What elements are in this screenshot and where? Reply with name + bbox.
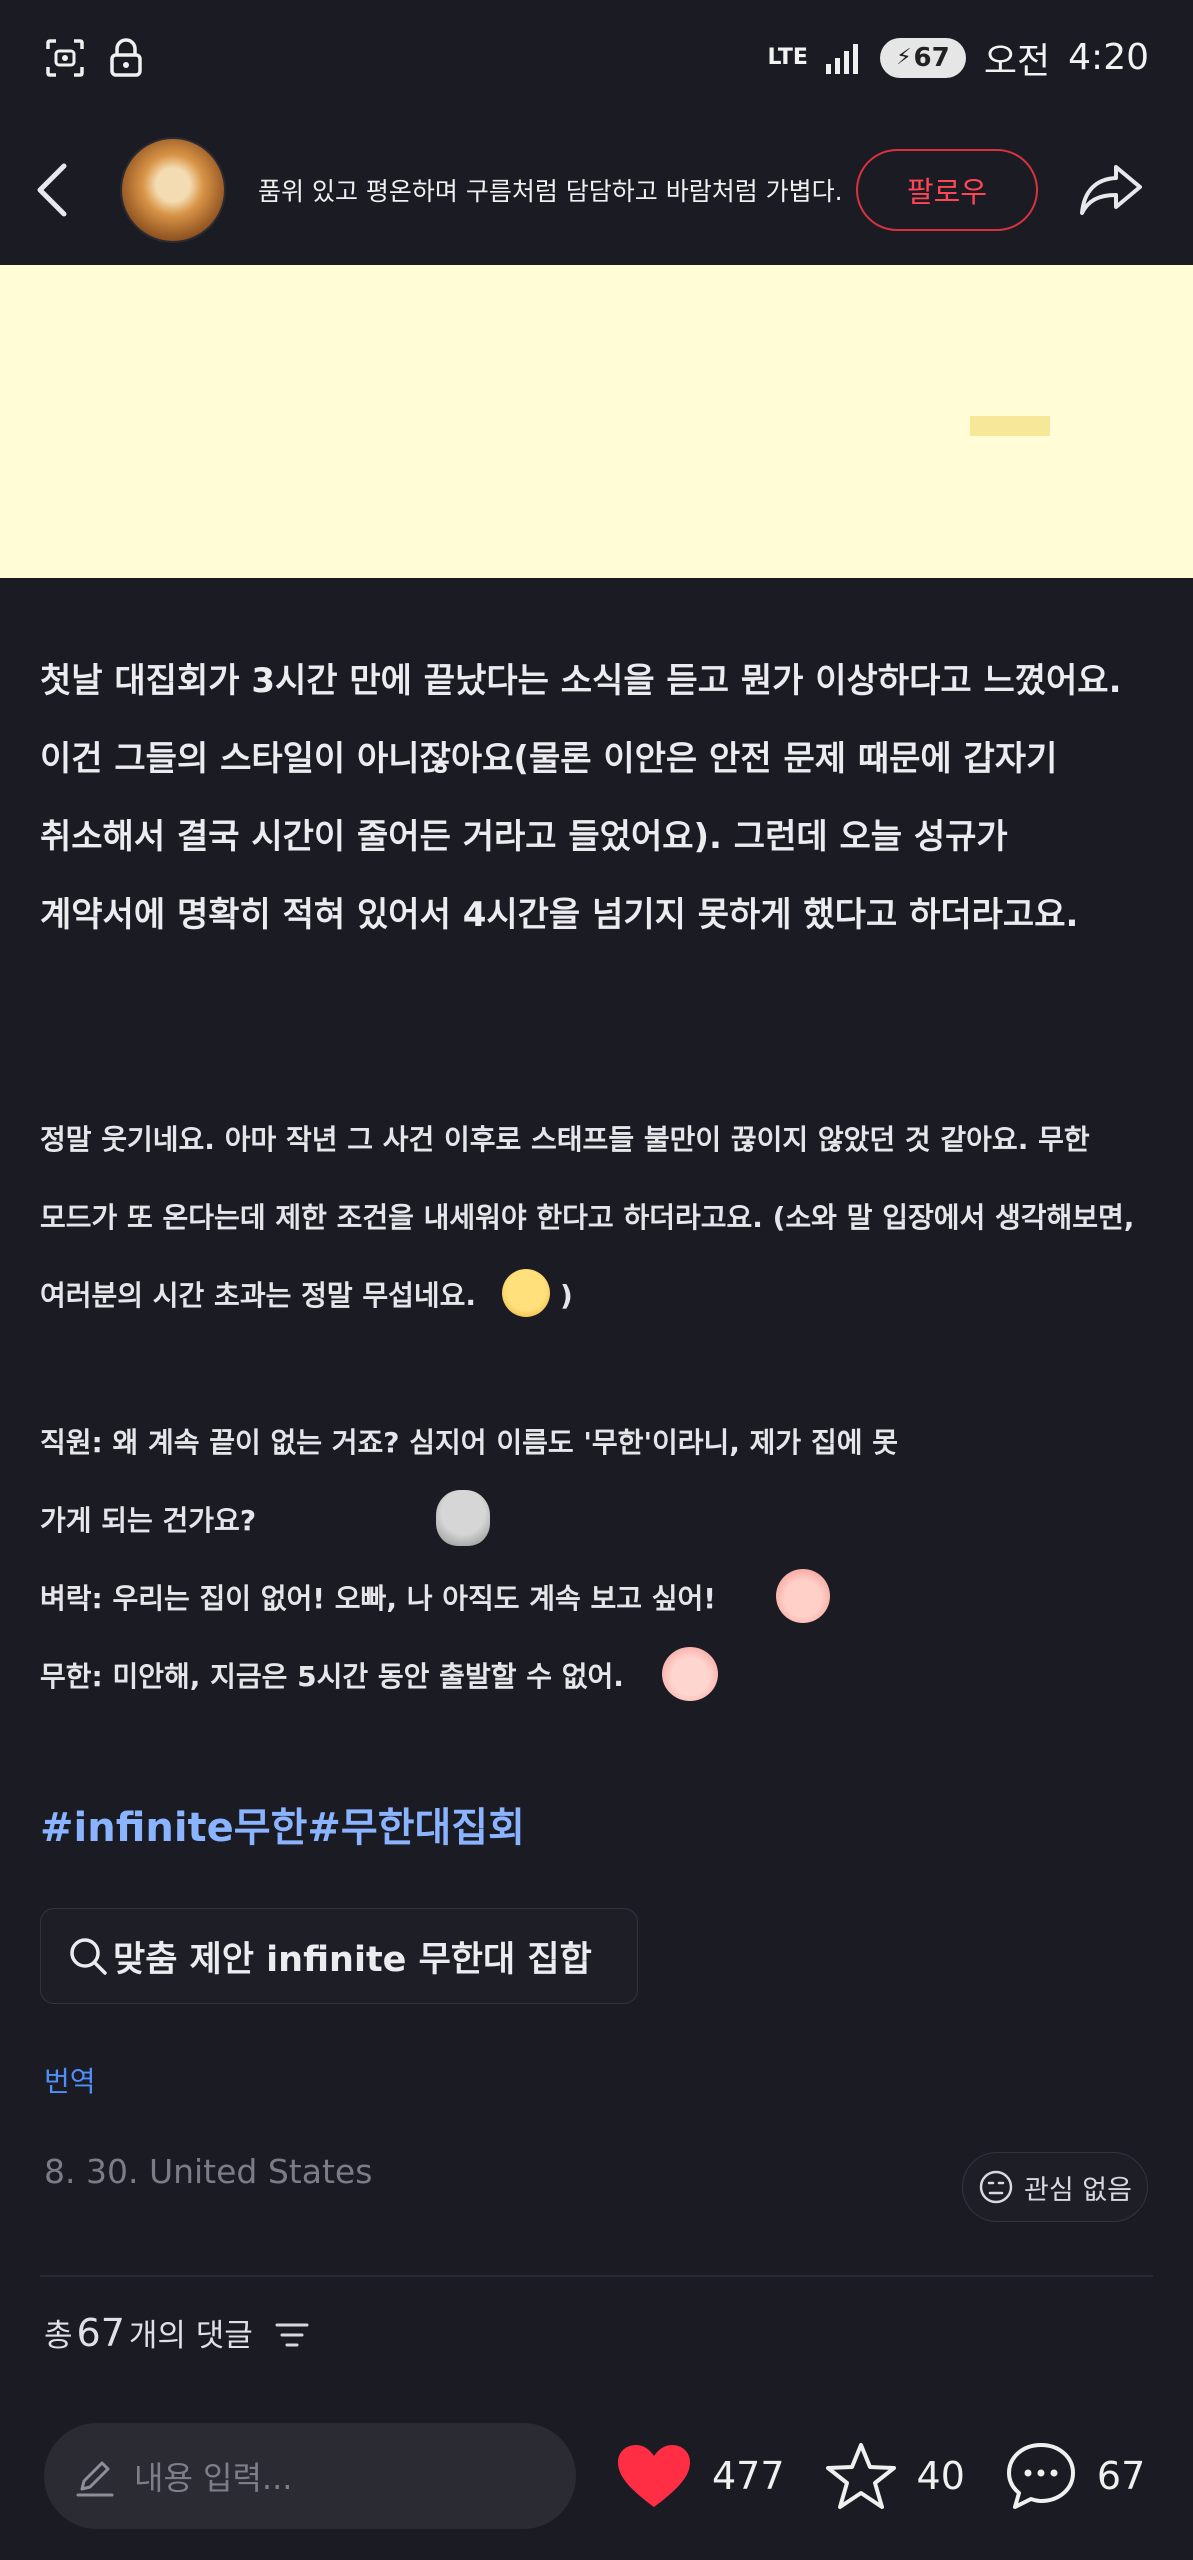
comment-button[interactable]: 67: [1005, 2441, 1145, 2511]
dialogue-line: 벼락: 우리는 집이 없어! 오빠, 나 아직도 계속 보고 싶어!: [40, 1560, 1153, 1638]
post-line: 취소해서 결국 시간이 줄어든 거라고 들었어요). 그런데 오늘 성규가: [40, 817, 1008, 857]
profile-bio: 품위 있고 평온하며 구름처럼 담담하고 바람처럼 가볍다.: [258, 177, 843, 206]
not-interested-button[interactable]: 관심 없음: [962, 2152, 1148, 2222]
banner-image: [0, 265, 1193, 578]
network-indicator: LTE: [767, 44, 808, 70]
battery-bolt-icon: ⚡: [896, 45, 912, 70]
translate-link[interactable]: 번역: [44, 2060, 96, 2100]
sweat-smile-emoji-icon: [502, 1269, 551, 1317]
battery-level: 67: [913, 42, 950, 73]
comment-input[interactable]: 내용 입력...: [44, 2423, 576, 2529]
status-left: [44, 37, 144, 79]
closing-paren: ): [560, 1279, 573, 1312]
sort-icon[interactable]: [275, 2320, 309, 2350]
comment-count: 67: [1096, 2454, 1146, 2498]
post-date-location: 8. 30. United States: [44, 2152, 373, 2191]
battery-indicator: ⚡ 67: [879, 37, 966, 78]
divider: [40, 2275, 1153, 2277]
search-icon: [70, 1938, 107, 1975]
back-button[interactable]: [34, 150, 84, 230]
surprised-peach-emoji-icon: [776, 1569, 831, 1623]
post-dialogue: 직원: 왜 계속 끝이 없는 거죠? 심지어 이름도 '무한'이라니, 제가 집…: [40, 1404, 1153, 1716]
like-button[interactable]: 477: [616, 2443, 785, 2509]
post-line: 정말 웃기네요. 아마 작년 그 사건 이후로 스태프들 불만이 끊이지 않았던…: [40, 1123, 1090, 1156]
share-button[interactable]: [1076, 155, 1146, 225]
not-interested-label: 관심 없음: [1024, 2174, 1132, 2206]
post-line: 이건 그들의 스타일이 아니잖아요(물론 이안은 안전 문제 때문에 갑자기: [40, 739, 1058, 779]
status-bar: LTE ⚡ 67 오전 4:20: [0, 0, 1193, 115]
comments-count: 67: [76, 2311, 125, 2355]
crying-peach-emoji-icon: [661, 1647, 718, 1701]
comments-total: 총 67 개의 댓글: [44, 2310, 309, 2355]
back-arrow-icon: [37, 163, 67, 217]
ghost-emoji-icon: [436, 1490, 491, 1546]
post-paragraph-1: 첫날 대집회가 3시간 만에 끝났다는 소식을 듣고 뭔가 이상하다고 느꼈어요…: [40, 642, 1153, 954]
hashtags[interactable]: #infinite무한#무한대집회: [40, 1795, 525, 1853]
share-icon: [1080, 165, 1142, 215]
heart-icon: [618, 2445, 690, 2507]
pencil-icon: [76, 2461, 114, 2497]
banner-highlight: [970, 416, 1050, 436]
clock-ampm: 오전: [983, 40, 1051, 82]
favorite-button[interactable]: 40: [825, 2441, 965, 2511]
comments-prefix: 총: [44, 2318, 73, 2354]
dialogue-line: 가게 되는 건가요?: [40, 1482, 1153, 1560]
screenshot-icon: [46, 38, 84, 77]
like-count: 477: [712, 2454, 785, 2498]
status-right: LTE ⚡ 67 오전 4:20: [767, 32, 1149, 84]
lock-icon: [110, 37, 142, 77]
bottom-action-bar: 내용 입력... 477 40 67: [0, 2392, 1193, 2560]
signal-icon: [825, 43, 858, 74]
related-search-chip[interactable]: 맞춤 제안 infinite 무한대 집합: [40, 1908, 638, 2004]
neutral-face-icon: [979, 2170, 1013, 2204]
post-line: 여러분의 시간 초과는 정말 무섭네요.): [40, 1257, 1153, 1335]
avatar[interactable]: [120, 137, 226, 243]
post-line: 첫날 대집회가 3시간 만에 끝났다는 소식을 듣고 뭔가 이상하다고 느꼈어요…: [40, 661, 1122, 701]
follow-button[interactable]: 팔로우: [856, 149, 1038, 231]
post-line: 모드가 또 온다는데 제한 조건을 내세워야 한다고 하더라고요. (소와 말 …: [40, 1201, 1135, 1234]
dialogue-text: 무한: 미안해, 지금은 5시간 동안 출발할 수 없어.: [40, 1660, 624, 1693]
post-line-text: 여러분의 시간 초과는 정말 무섭네요.: [40, 1279, 477, 1312]
comments-suffix: 개의 댓글: [128, 2318, 253, 2354]
dialogue-text: 가게 되는 건가요?: [40, 1504, 257, 1537]
dialogue-line: 무한: 미안해, 지금은 5시간 동안 출발할 수 없어.: [40, 1638, 1153, 1716]
comment-bubble-icon: [1006, 2443, 1075, 2509]
clock-time: 4:20: [1068, 37, 1149, 78]
comment-input-placeholder: 내용 입력...: [134, 2459, 293, 2497]
star-icon: [825, 2443, 896, 2509]
post-line: 계약서에 명확히 적혀 있어서 4시간을 넘기지 못하게 했다고 하더라고요.: [40, 895, 1079, 935]
star-count: 40: [916, 2454, 965, 2498]
dialogue-text: 벼락: 우리는 집이 없어! 오빠, 나 아직도 계속 보고 싶어!: [40, 1582, 717, 1615]
search-chip-label: 맞춤 제안 infinite 무한대 집합: [113, 1939, 592, 1980]
post-paragraph-2: 정말 웃기네요. 아마 작년 그 사건 이후로 스태프들 불만이 끊이지 않았던…: [40, 1101, 1153, 1335]
dialogue-line: 직원: 왜 계속 끝이 없는 거죠? 심지어 이름도 '무한'이라니, 제가 집…: [40, 1426, 898, 1459]
post-header: 품위 있고 평온하며 구름처럼 담담하고 바람처럼 가볍다. 팔로우: [0, 115, 1193, 265]
